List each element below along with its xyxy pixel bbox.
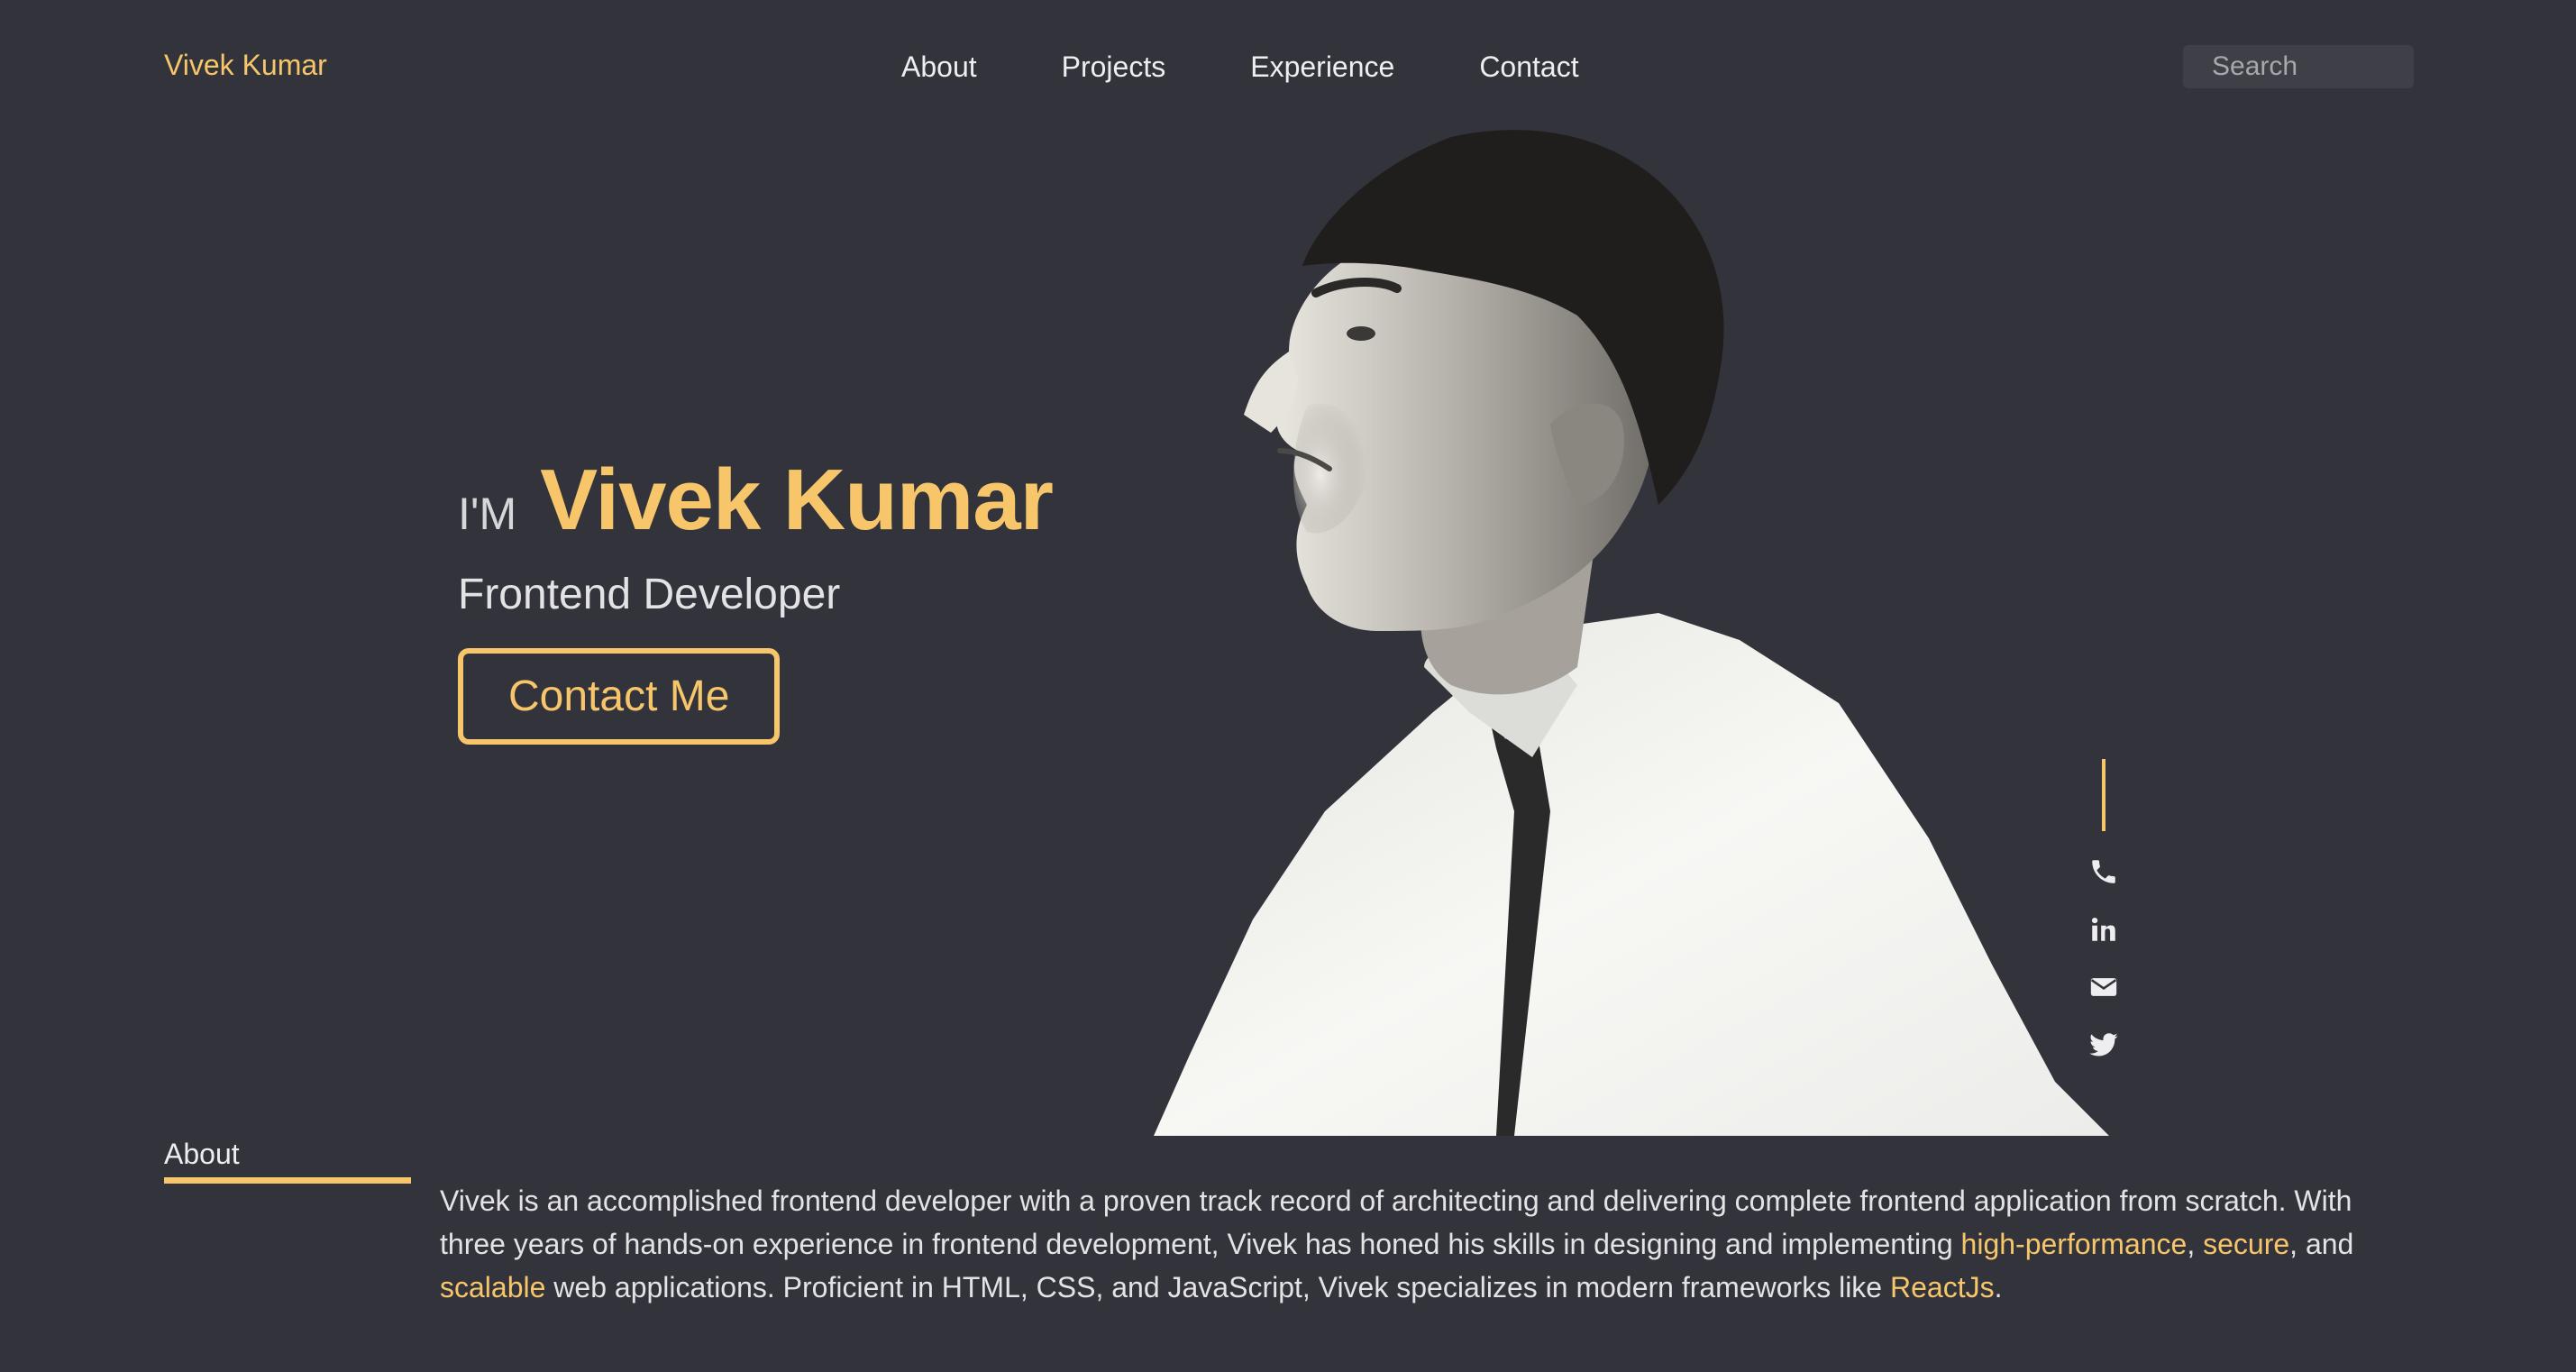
hero-name: Vivek Kumar xyxy=(540,452,1054,548)
search-input[interactable] xyxy=(2183,45,2414,88)
about-highlight-secure: secure xyxy=(2203,1228,2290,1260)
hero-role: Frontend Developer xyxy=(458,571,841,618)
about-highlight-high-performance: high-performance xyxy=(1960,1228,2188,1260)
nav-contact[interactable]: Contact xyxy=(1479,47,1578,87)
linkedin-icon[interactable] xyxy=(2088,914,2119,945)
social-divider xyxy=(2102,759,2106,831)
twitter-icon[interactable] xyxy=(2088,1029,2119,1060)
hero-heading: I'M Vivek Kumar xyxy=(458,451,1054,550)
profile-photo xyxy=(1154,130,2109,1136)
about-highlight-reactjs: ReactJs xyxy=(1889,1271,1995,1303)
about-text-2: web applications. Proficient in HTML, CS… xyxy=(545,1271,1890,1303)
about-underline xyxy=(164,1177,411,1184)
nav-projects[interactable]: Projects xyxy=(1062,47,1166,87)
hero-section: I'M Vivek Kumar Frontend Developer Conta… xyxy=(458,451,1054,745)
contact-me-button[interactable]: Contact Me xyxy=(458,648,781,745)
hero-prefix: I'M xyxy=(458,489,517,539)
about-sep-1: , xyxy=(2187,1228,2204,1260)
nav-experience[interactable]: Experience xyxy=(1250,47,1394,87)
brand-logo-link[interactable]: Vivek Kumar xyxy=(164,49,327,82)
social-links xyxy=(2086,759,2122,1087)
phone-icon[interactable] xyxy=(2088,856,2119,887)
main-nav: About Projects Experience Contact xyxy=(901,47,1664,87)
about-heading: About xyxy=(164,1138,240,1170)
nav-about[interactable]: About xyxy=(901,47,977,87)
about-highlight-scalable: scalable xyxy=(440,1271,546,1303)
envelope-icon[interactable] xyxy=(2088,972,2119,1002)
about-end: . xyxy=(1994,1271,2003,1303)
about-sep-2: , and xyxy=(2289,1228,2354,1260)
about-paragraph: Vivek is an accomplished frontend develo… xyxy=(440,1179,2423,1309)
